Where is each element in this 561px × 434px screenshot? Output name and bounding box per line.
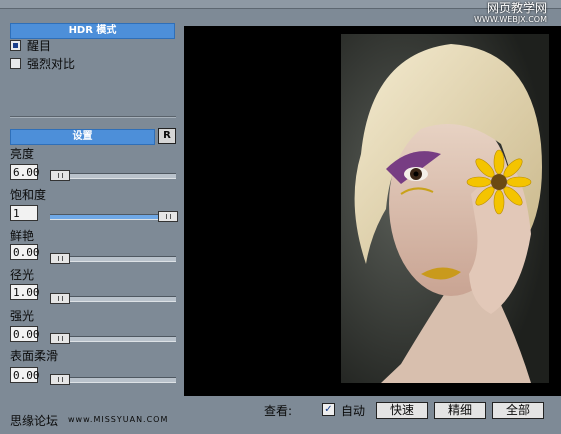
slider-thumb[interactable]	[50, 374, 70, 385]
forum-name: 思缘论坛	[10, 414, 59, 428]
reset-button[interactable]: R	[158, 128, 176, 144]
brightness-field[interactable]: 6.00	[10, 164, 40, 180]
hdr-option-strong-contrast[interactable]: 强烈对比	[10, 55, 75, 71]
strong-contrast-radio[interactable]	[10, 57, 21, 69]
slider-thumb[interactable]	[50, 253, 70, 264]
watermark-line2: WWW.WEBJX.COM	[474, 15, 547, 24]
vibrance-field[interactable]: 0.00	[10, 244, 40, 260]
hdr-option-vivid[interactable]: 醒目	[10, 37, 51, 53]
fine-button[interactable]: 精细	[434, 402, 486, 419]
all-button[interactable]: 全部	[492, 402, 544, 419]
radial-light-field[interactable]: 1.00	[10, 284, 40, 300]
vibrance-label: 鲜艳	[10, 229, 35, 243]
hard-light-field[interactable]: 0.00	[10, 326, 40, 342]
hard-light-label: 强光	[10, 309, 35, 323]
settings-section-header: 设置	[10, 129, 155, 145]
slider-thumb[interactable]	[158, 211, 178, 222]
saturation-label: 饱和度	[10, 188, 47, 202]
site-watermark: 网页教学网 WWW.WEBJX.COM	[474, 2, 547, 26]
radial-light-label: 径光	[10, 268, 35, 282]
preview-photo	[341, 34, 549, 383]
view-label: 查看:	[264, 404, 293, 418]
surface-smooth-field[interactable]: 0.00	[10, 367, 40, 383]
hdr-section-title: HDR 模式	[68, 25, 117, 36]
brightness-slider[interactable]	[50, 170, 176, 181]
hdr-option-label: 醒目	[27, 38, 52, 53]
forum-url: www.MISSYUAN.COM	[68, 415, 169, 424]
settings-section-title: 设置	[72, 131, 93, 142]
hard-light-slider[interactable]	[50, 333, 176, 344]
vivid-radio[interactable]	[10, 39, 21, 51]
slider-thumb[interactable]	[50, 170, 70, 181]
slider-thumb[interactable]	[50, 333, 70, 344]
auto-checkbox[interactable]: ✓	[322, 403, 335, 416]
auto-label: 自动	[341, 404, 366, 418]
saturation-slider[interactable]	[50, 211, 178, 222]
divider	[10, 116, 176, 118]
hdr-option-label: 强烈对比	[27, 56, 76, 71]
saturation-field[interactable]: 1	[10, 205, 38, 221]
surface-smooth-slider[interactable]	[50, 374, 176, 385]
brightness-label: 亮度	[10, 147, 35, 161]
fast-button[interactable]: 快速	[376, 402, 428, 419]
slider-thumb[interactable]	[50, 293, 70, 304]
surface-smooth-label: 表面柔滑	[10, 349, 59, 363]
radial-light-slider[interactable]	[50, 293, 176, 304]
vibrance-slider[interactable]	[50, 253, 176, 264]
watermark-line1: 网页教学网	[486, 1, 547, 15]
